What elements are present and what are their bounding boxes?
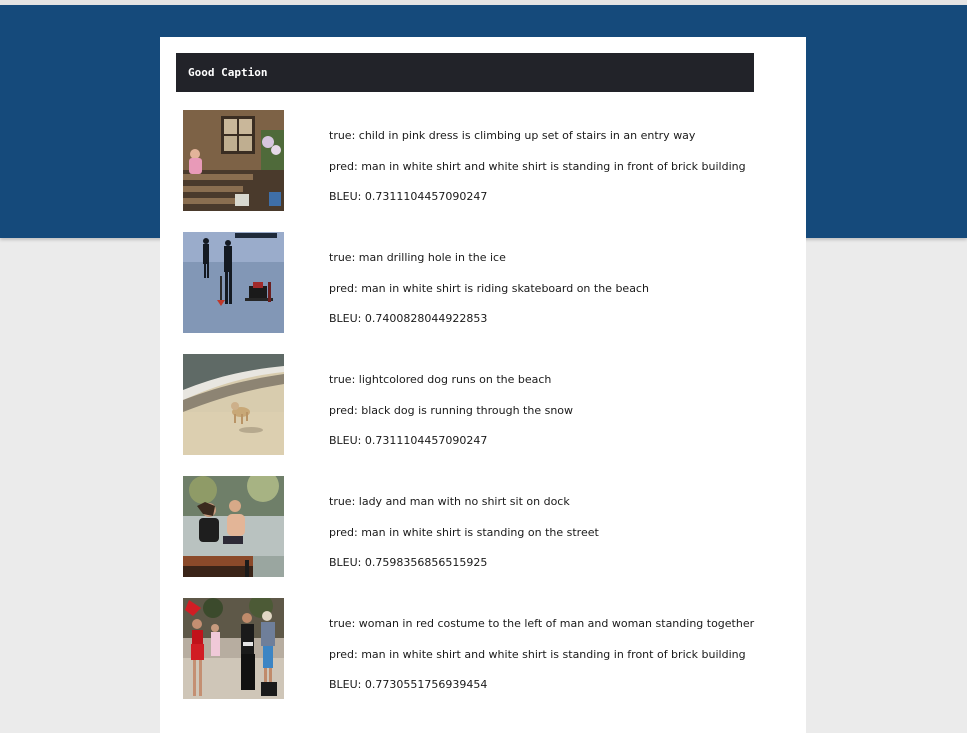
bleu-score: BLEU: 0.7400828044922853 bbox=[329, 312, 488, 325]
true-caption: true: man drilling hole in the ice bbox=[329, 251, 506, 264]
child-on-stairs-photo bbox=[183, 110, 284, 211]
caption-row: true: man drilling hole in the ice pred:… bbox=[183, 232, 783, 333]
true-caption: true: woman in red costume to the left o… bbox=[329, 617, 755, 630]
true-caption: true: child in pink dress is climbing up… bbox=[329, 129, 696, 142]
bleu-score: BLEU: 0.7730551756939454 bbox=[329, 678, 488, 691]
caption-row: true: child in pink dress is climbing up… bbox=[183, 110, 783, 211]
predicted-caption: pred: man in white shirt is standing on … bbox=[329, 526, 599, 539]
bleu-score: BLEU: 0.7598356856515925 bbox=[329, 556, 488, 569]
results-card: Good Caption true: child in pink dress i… bbox=[160, 37, 806, 733]
true-caption: true: lady and man with no shirt sit on … bbox=[329, 495, 570, 508]
ice-drilling-photo bbox=[183, 232, 284, 333]
bleu-score: BLEU: 0.7311104457090247 bbox=[329, 190, 488, 203]
dog-on-beach-photo bbox=[183, 354, 284, 455]
caption-row: true: lightcolored dog runs on the beach… bbox=[183, 354, 783, 455]
caption-row: true: woman in red costume to the left o… bbox=[183, 598, 783, 699]
predicted-caption: pred: black dog is running through the s… bbox=[329, 404, 574, 417]
bleu-score: BLEU: 0.7311104457090247 bbox=[329, 434, 488, 447]
predicted-caption: pred: man in white shirt is riding skate… bbox=[329, 282, 649, 295]
caption-row: true: lady and man with no shirt sit on … bbox=[183, 476, 783, 577]
couple-on-dock-photo bbox=[183, 476, 284, 577]
predicted-caption: pred: man in white shirt and white shirt… bbox=[329, 648, 746, 661]
section-header: Good Caption bbox=[176, 53, 754, 92]
true-caption: true: lightcolored dog runs on the beach bbox=[329, 373, 552, 386]
predicted-caption: pred: man in white shirt and white shirt… bbox=[329, 160, 746, 173]
red-costume-photo bbox=[183, 598, 284, 699]
